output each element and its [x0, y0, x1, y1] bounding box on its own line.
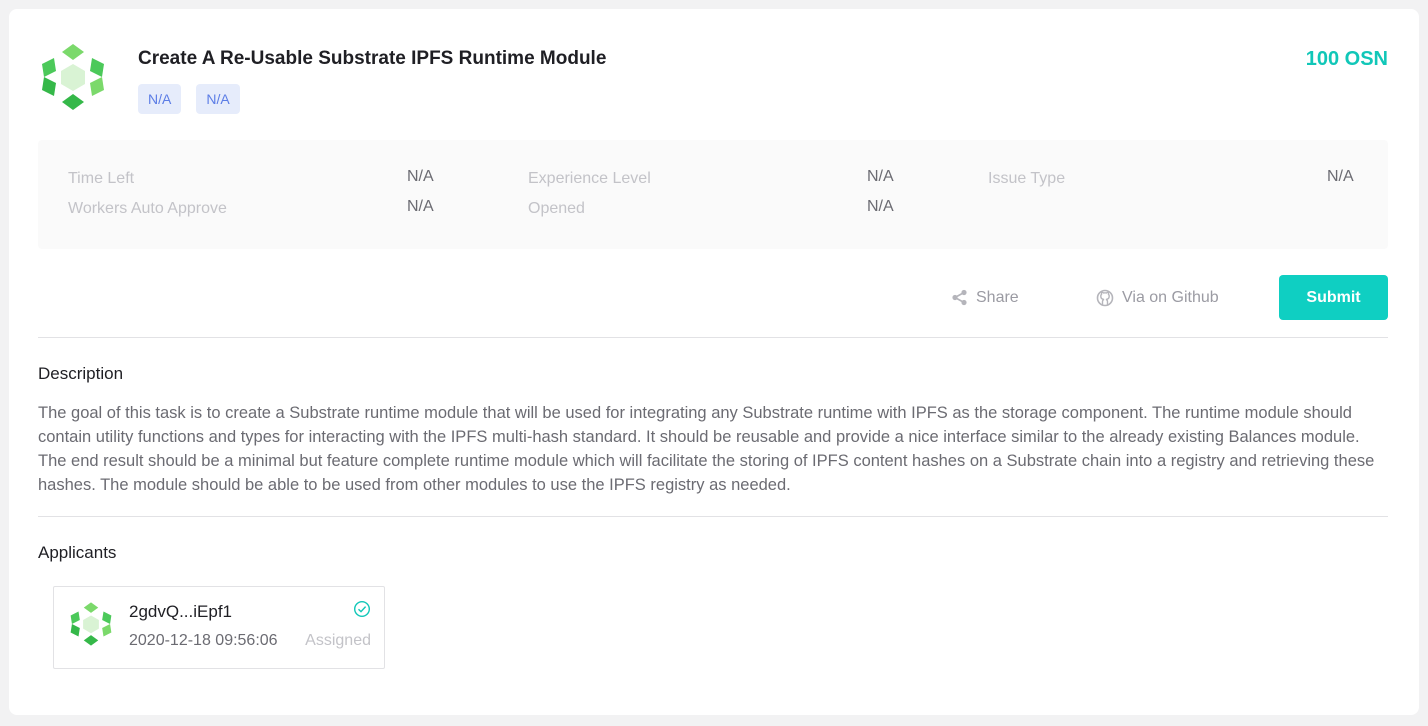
task-reward: 100 OSN: [1305, 48, 1388, 70]
applicant-avatar-icon: [70, 602, 112, 646]
task-tags: N/A N/A: [138, 84, 240, 114]
divider: [38, 516, 1388, 517]
experience-level-label: Experience Level: [528, 170, 651, 187]
share-button[interactable]: Share: [951, 275, 1019, 320]
applicant-status: Assigned: [305, 632, 371, 649]
github-link[interactable]: Via on Github: [1096, 275, 1219, 320]
issue-type-value: N/A: [1327, 168, 1354, 185]
time-left-label: Time Left: [68, 170, 135, 187]
workers-auto-approve-label: Workers Auto Approve: [68, 200, 227, 217]
check-circle-icon: [353, 600, 371, 618]
github-icon: [1096, 289, 1114, 306]
experience-level-value: N/A: [867, 168, 894, 185]
applicants-heading: Applicants: [38, 543, 117, 562]
task-info-panel: Time Left N/A Workers Auto Approve N/A E…: [38, 140, 1388, 249]
description-heading: Description: [38, 364, 124, 383]
github-label: Via on Github: [1122, 288, 1219, 306]
task-actions: Share Via on Github Submit: [9, 275, 1419, 320]
time-left-value: N/A: [407, 168, 434, 185]
description-text: The goal of this task is to create a Sub…: [38, 404, 1375, 494]
applicant-card[interactable]: 2gdvQ...iEpf1 2020-12-18 09:56:06 Assign…: [53, 586, 385, 669]
share-icon: [952, 289, 967, 306]
workers-auto-approve-value: N/A: [407, 198, 434, 215]
submit-button[interactable]: Submit: [1279, 275, 1388, 320]
issue-type-label: Issue Type: [988, 170, 1066, 187]
applicant-time: 2020-12-18 09:56:06: [129, 632, 278, 649]
opened-label: Opened: [528, 200, 585, 217]
project-logo-icon: [42, 44, 104, 110]
task-tag: N/A: [196, 84, 240, 114]
task-card: Create A Re-Usable Substrate IPFS Runtim…: [9, 9, 1419, 715]
task-tag: N/A: [138, 84, 182, 114]
applicant-name[interactable]: 2gdvQ...iEpf1: [129, 602, 232, 622]
divider: [38, 337, 1388, 338]
task-title: Create A Re-Usable Substrate IPFS Runtim…: [138, 48, 607, 69]
opened-value: N/A: [867, 198, 894, 215]
share-label: Share: [976, 288, 1019, 306]
